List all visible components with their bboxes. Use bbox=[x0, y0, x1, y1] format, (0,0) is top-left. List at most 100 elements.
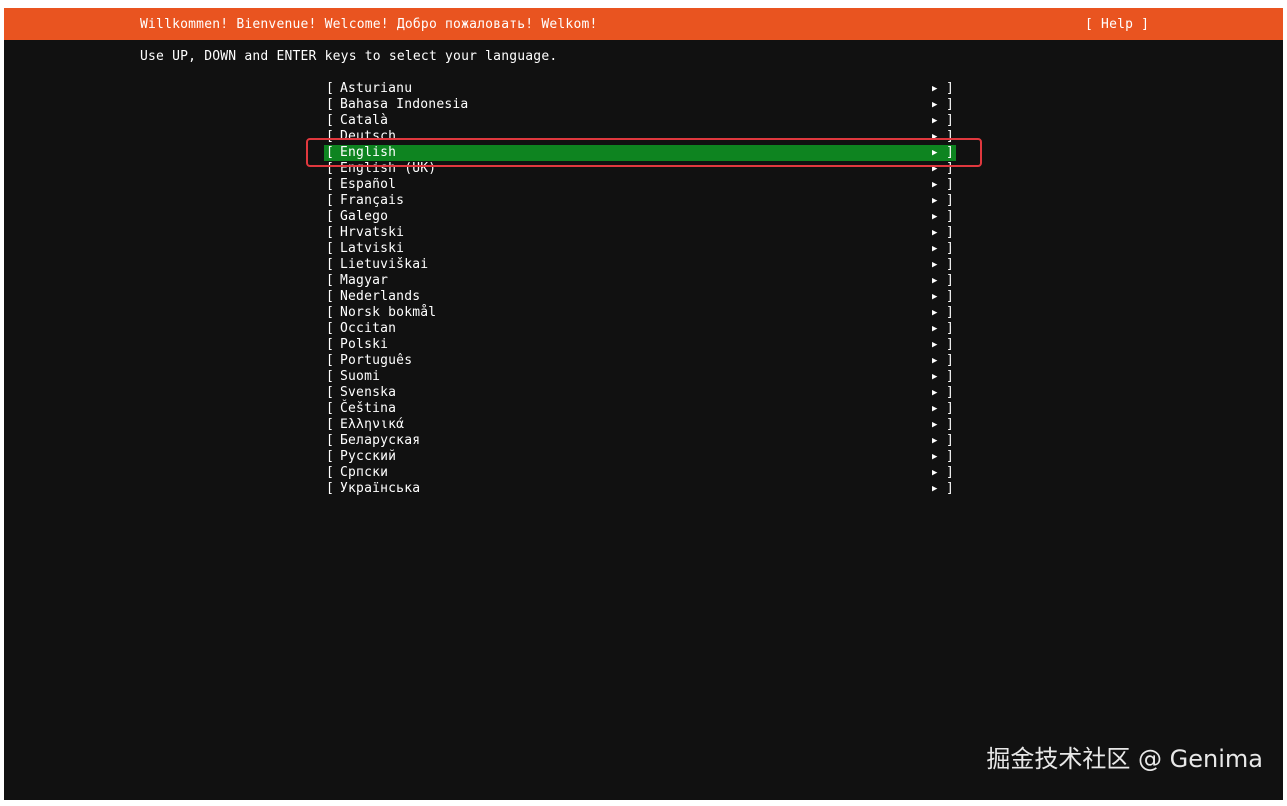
language-label: English bbox=[340, 145, 397, 160]
right-bracket: ] bbox=[946, 225, 955, 240]
right-bracket: ] bbox=[946, 369, 955, 384]
right-bracket: ] bbox=[946, 481, 955, 496]
triangle-right-icon: ▶ bbox=[932, 212, 938, 222]
language-item[interactable]: [Deutsch ▶] bbox=[324, 129, 956, 145]
left-bracket: [ bbox=[326, 465, 335, 480]
language-item[interactable]: [Magyar ▶] bbox=[324, 273, 956, 289]
triangle-right-icon: ▶ bbox=[932, 484, 938, 494]
language-item[interactable]: [ Asturianu ▶] bbox=[324, 81, 956, 97]
language-label: Bahasa Indonesia bbox=[340, 97, 469, 112]
language-label: Deutsch bbox=[340, 129, 397, 144]
language-item[interactable]: [Español ▶] bbox=[324, 177, 956, 193]
language-item[interactable]: [Русский ▶] bbox=[324, 449, 956, 465]
triangle-right-icon: ▶ bbox=[932, 308, 938, 318]
left-bracket: [ bbox=[326, 369, 335, 384]
language-label: English (UK) bbox=[340, 161, 437, 176]
left-bracket: [ bbox=[326, 417, 335, 432]
right-bracket: ] bbox=[946, 145, 955, 160]
language-label: Galego bbox=[340, 209, 389, 224]
triangle-right-icon: ▶ bbox=[932, 372, 938, 382]
language-item[interactable]: [ Српски ▶] bbox=[324, 465, 956, 481]
language-label: Српски bbox=[340, 465, 389, 480]
right-bracket: ] bbox=[946, 417, 955, 432]
language-label: Русский bbox=[340, 449, 397, 464]
language-label: Français bbox=[340, 193, 405, 208]
right-bracket: ] bbox=[946, 305, 955, 320]
right-bracket: ] bbox=[946, 81, 955, 96]
language-label: Hrvatski bbox=[340, 225, 405, 240]
language-label: Nederlands bbox=[340, 289, 421, 304]
triangle-right-icon: ▶ bbox=[932, 468, 938, 478]
left-bracket: [ bbox=[326, 433, 335, 448]
triangle-right-icon: ▶ bbox=[932, 164, 938, 174]
triangle-right-icon: ▶ bbox=[932, 196, 938, 206]
language-item[interactable]: [Hrvatski ▶] bbox=[324, 225, 956, 241]
left-bracket: [ bbox=[326, 273, 335, 288]
language-item[interactable]: [ Українська ▶] bbox=[324, 481, 956, 497]
language-item[interactable]: [English (UK) ▶] bbox=[324, 161, 956, 177]
right-bracket: ] bbox=[946, 465, 955, 480]
language-item[interactable]: [Latviski ▶] bbox=[324, 241, 956, 257]
help-button[interactable]: [ Help ] bbox=[1085, 17, 1149, 33]
language-item[interactable]: [Ελληνικά ▶] bbox=[324, 417, 956, 433]
left-bracket: [ bbox=[326, 97, 335, 112]
right-bracket: ] bbox=[946, 289, 955, 304]
left-bracket: [ bbox=[326, 481, 335, 496]
language-label: Català bbox=[340, 113, 389, 128]
left-bracket: [ bbox=[326, 193, 335, 208]
language-item[interactable]: [ Français ▶] bbox=[324, 193, 956, 209]
language-label: Беларуская bbox=[340, 433, 421, 448]
left-bracket: [ bbox=[326, 289, 335, 304]
left-bracket: [ bbox=[326, 337, 335, 352]
triangle-right-icon: ▶ bbox=[932, 148, 938, 158]
language-item[interactable]: [Galego ▶] bbox=[324, 209, 956, 225]
left-bracket: [ bbox=[326, 81, 335, 96]
language-item[interactable]: [Suomi ▶] bbox=[324, 369, 956, 385]
triangle-right-icon: ▶ bbox=[932, 132, 938, 142]
left-bracket: [ bbox=[326, 209, 335, 224]
left-bracket: [ bbox=[326, 257, 335, 272]
left-bracket: [ bbox=[326, 353, 335, 368]
language-item[interactable]: [Polski ▶] bbox=[324, 337, 956, 353]
language-label: Ελληνικά bbox=[340, 417, 405, 432]
language-item[interactable]: [Беларуская ▶] bbox=[324, 433, 956, 449]
language-item[interactable]: [Norsk bokmål ▶] bbox=[324, 305, 956, 321]
language-label: Українська bbox=[340, 481, 421, 496]
language-label: Occitan bbox=[340, 321, 397, 336]
triangle-right-icon: ▶ bbox=[932, 388, 938, 398]
language-label: Español bbox=[340, 177, 397, 192]
language-item[interactable]: [Català ▶] bbox=[324, 113, 956, 129]
language-label: Magyar bbox=[340, 273, 389, 288]
language-item[interactable]: [Occitan ▶] bbox=[324, 321, 956, 337]
left-bracket: [ bbox=[326, 129, 335, 144]
triangle-right-icon: ▶ bbox=[932, 452, 938, 462]
language-label: Asturianu bbox=[340, 81, 413, 96]
right-bracket: ] bbox=[946, 353, 955, 368]
right-bracket: ] bbox=[946, 401, 955, 416]
left-bracket: [ bbox=[326, 401, 335, 416]
right-bracket: ] bbox=[946, 193, 955, 208]
language-label: Čeština bbox=[340, 401, 397, 416]
language-item[interactable]: [ English ▶] bbox=[324, 145, 956, 161]
language-item[interactable]: [Português ▶] bbox=[324, 353, 956, 369]
triangle-right-icon: ▶ bbox=[932, 180, 938, 190]
right-bracket: ] bbox=[946, 177, 955, 192]
left-bracket: [ bbox=[326, 161, 335, 176]
triangle-right-icon: ▶ bbox=[932, 84, 938, 94]
triangle-right-icon: ▶ bbox=[932, 244, 938, 254]
left-bracket: [ bbox=[326, 241, 335, 256]
right-bracket: ] bbox=[946, 337, 955, 352]
language-item[interactable]: [Nederlands ▶] bbox=[324, 289, 956, 305]
language-item[interactable]: [Lietuviškai ▶] bbox=[324, 257, 956, 273]
watermark: 掘金技术社区 @ Genima bbox=[986, 745, 1263, 773]
triangle-right-icon: ▶ bbox=[932, 228, 938, 238]
language-label: Latviski bbox=[340, 241, 405, 256]
title-bar: Willkommen! Bienvenue! Welcome! Добро по… bbox=[4, 8, 1283, 40]
language-item[interactable]: [Svenska ▶] bbox=[324, 385, 956, 401]
language-item[interactable]: [Čeština ▶] bbox=[324, 401, 956, 417]
right-bracket: ] bbox=[946, 321, 955, 336]
triangle-right-icon: ▶ bbox=[932, 260, 938, 270]
left-bracket: [ bbox=[326, 145, 335, 160]
left-bracket: [ bbox=[326, 385, 335, 400]
language-item[interactable]: [Bahasa Indonesia ▶] bbox=[324, 97, 956, 113]
